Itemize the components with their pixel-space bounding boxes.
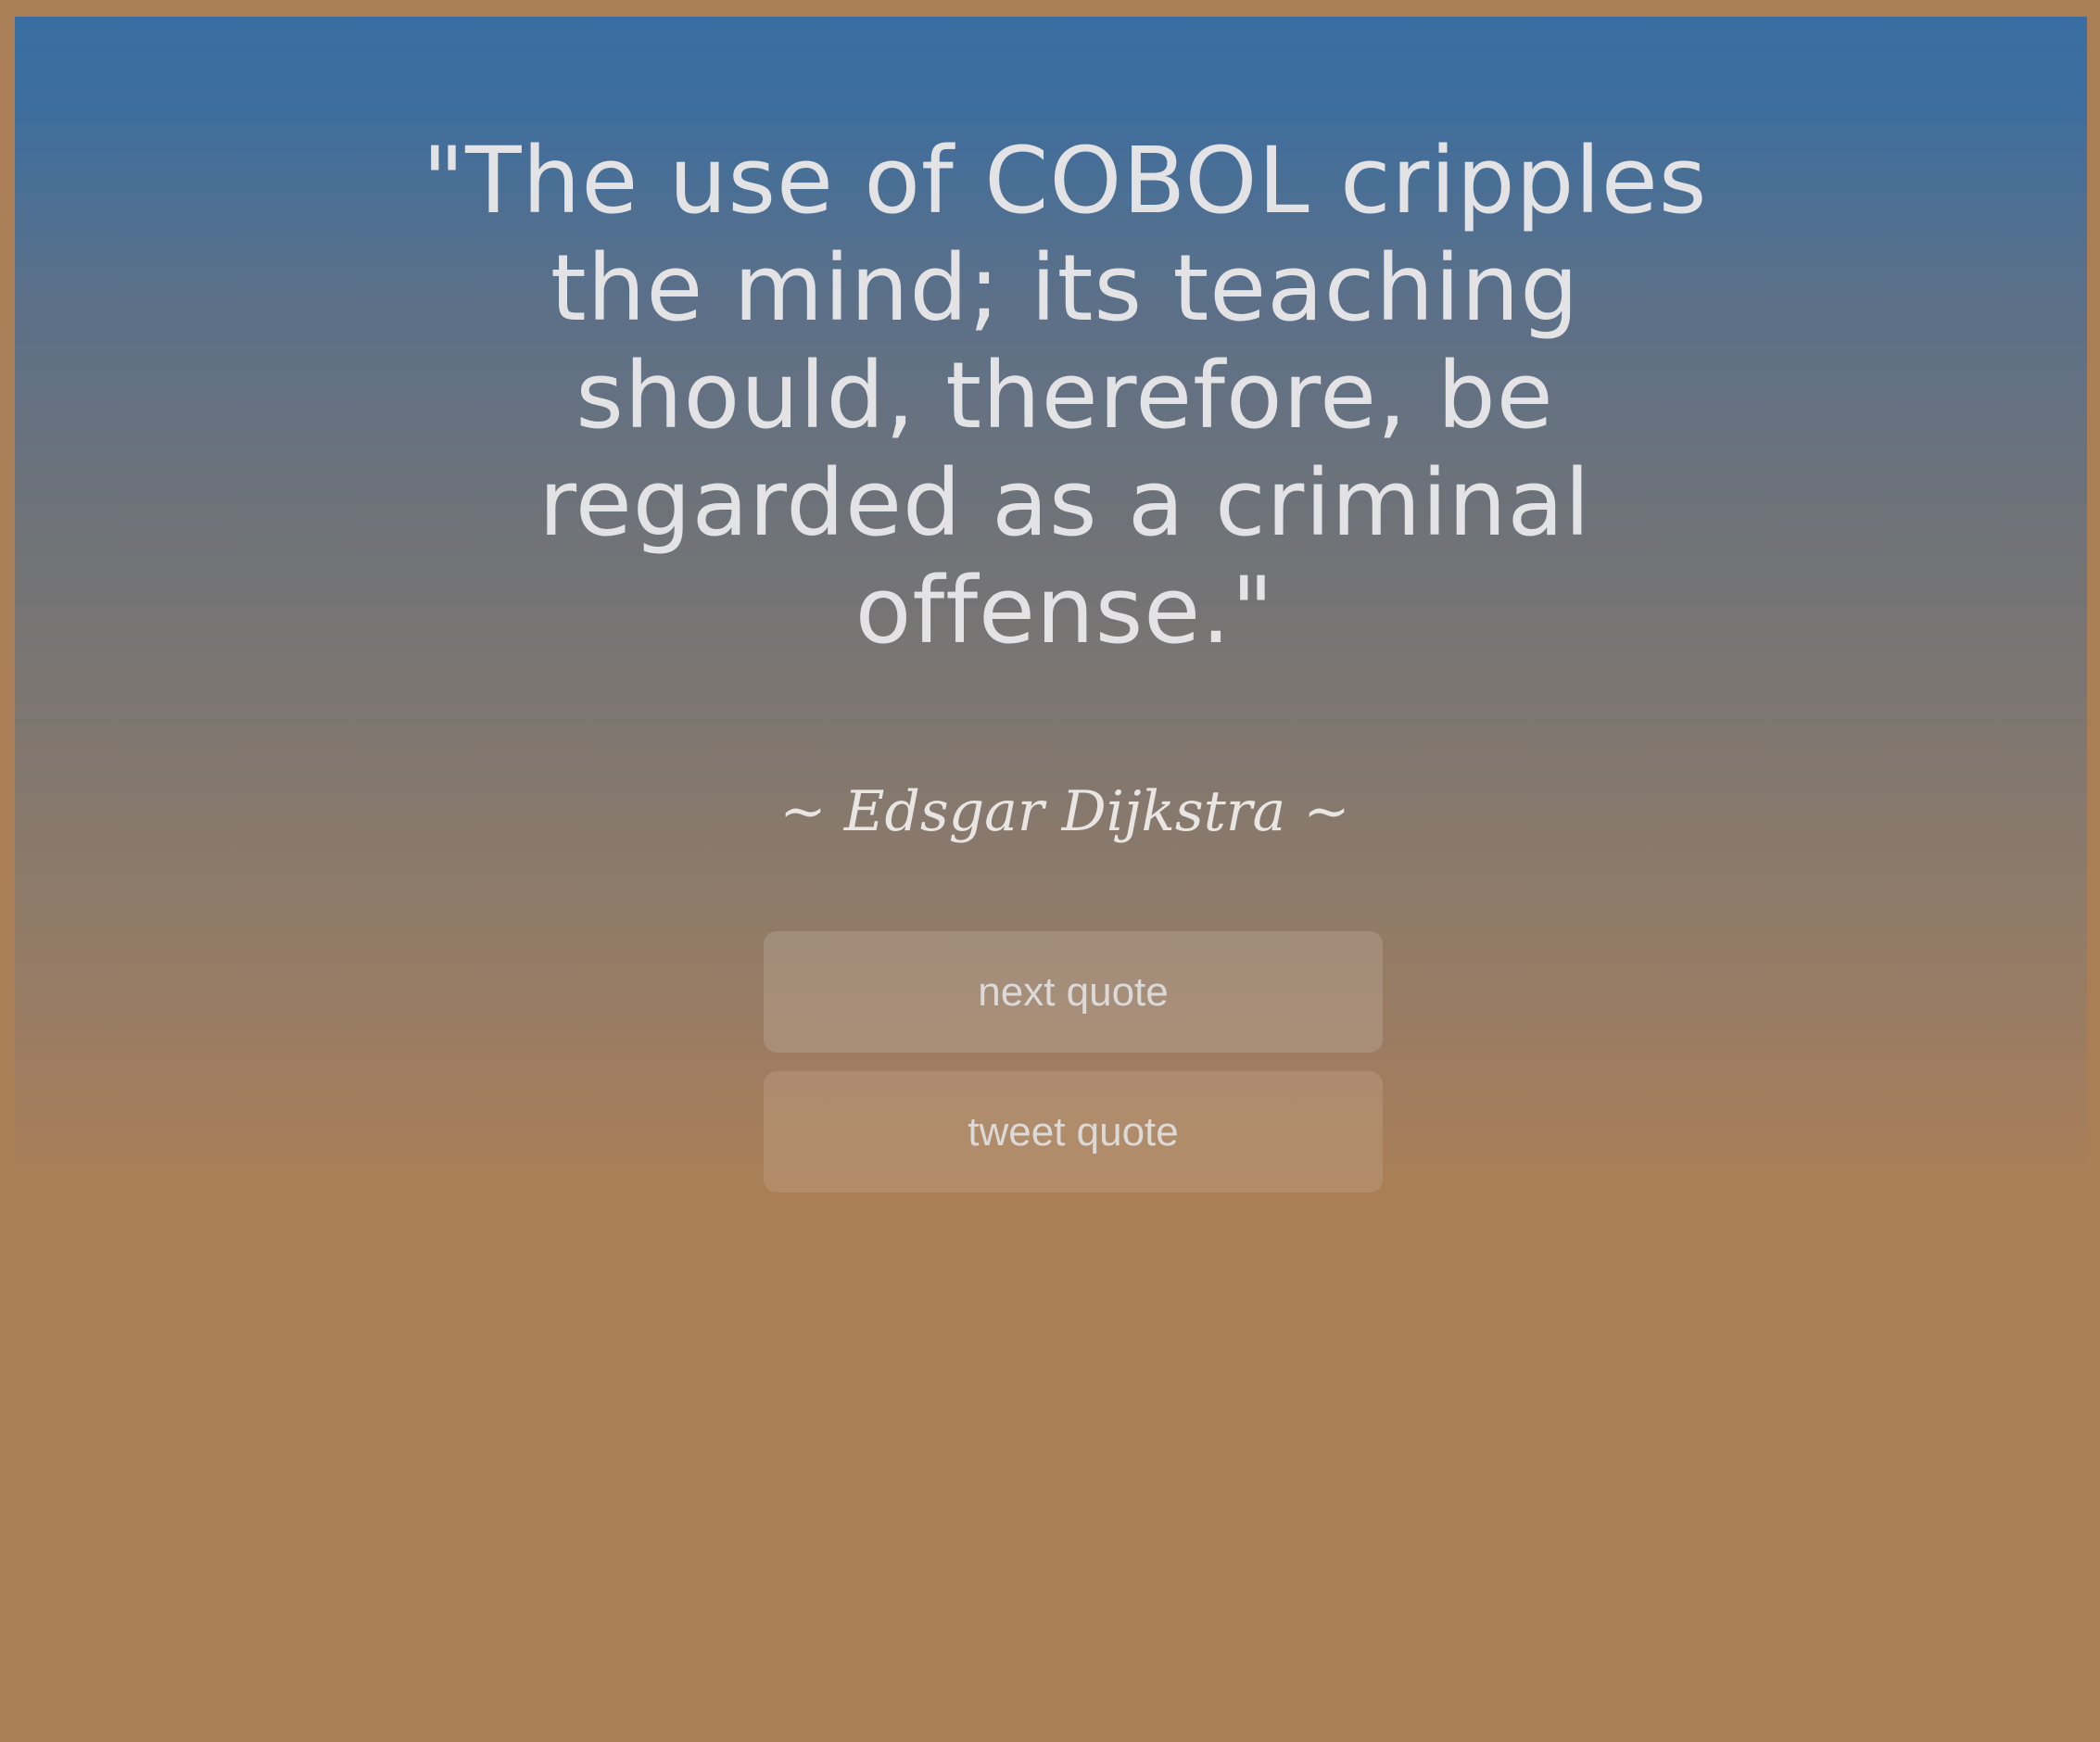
next-quote-button[interactable]: next quote — [764, 931, 1383, 1053]
tweet-quote-button[interactable]: tweet quote — [764, 1071, 1383, 1193]
quote-text: "The use of COBOL cripples the mind; its… — [422, 128, 1708, 664]
quote-author: ~ Edsgar Dijkstra ~ — [779, 779, 1350, 844]
quote-page: "The use of COBOL cripples the mind; its… — [15, 17, 2087, 1742]
